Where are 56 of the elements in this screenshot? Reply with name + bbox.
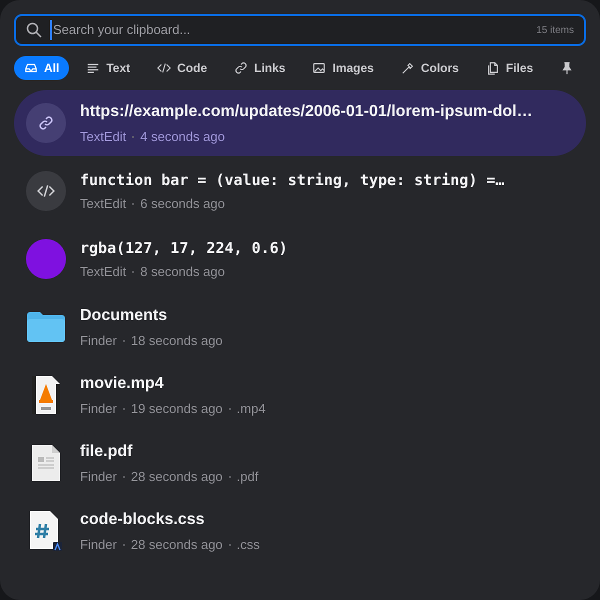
- document-icon: [32, 445, 60, 481]
- clip-title: file.pdf: [80, 442, 134, 462]
- documents-icon: [486, 61, 500, 75]
- tray-icon: [24, 61, 38, 75]
- source-app: Finder: [80, 536, 117, 554]
- file-extension: .css: [236, 536, 260, 554]
- clip-row[interactable]: Documents Finder 18 seconds ago: [14, 294, 586, 360]
- video-file-icon: [32, 376, 60, 414]
- clip-title: Documents: [80, 306, 168, 326]
- folder-icon: [27, 312, 65, 342]
- source-app: Finder: [80, 332, 117, 350]
- code-icon: [157, 61, 172, 75]
- search-icon: [26, 22, 42, 38]
- clip-row[interactable]: code-blocks.css Finder 28 seconds ago .css: [14, 498, 586, 564]
- copied-time: 8 seconds ago: [140, 263, 225, 281]
- selected-clip-row[interactable]: https://example.com/updates/2006-01-01/lorem-ipsum-dol… TextEdit 4 seconds ago: [14, 90, 586, 156]
- filter-tab[interactable]: Files: [476, 56, 544, 80]
- link-icon: [234, 61, 248, 75]
- clip-row[interactable]: function bar = (value: string, type: string) =… TextEdit 6 seconds ago: [14, 158, 586, 224]
- clip-title: https://example.com/updates/2006-01-01/lorem-ipsum-dol…: [80, 102, 533, 122]
- source-app: TextEdit: [80, 195, 126, 213]
- copied-time: 28 seconds ago: [130, 468, 223, 486]
- link-icon: [26, 103, 66, 143]
- copied-time: 28 seconds ago: [130, 536, 223, 554]
- clip-row[interactable]: movie.mp4 Finder 19 seconds ago .mp4: [14, 362, 586, 428]
- clip-title: rgba(127, 17, 224, 0.6): [80, 238, 288, 258]
- file-extension: .pdf: [236, 468, 258, 486]
- filter-tab[interactable]: Links: [224, 56, 296, 80]
- clip-title: function bar = (value: string, type: string) =…: [80, 170, 504, 190]
- css-file-icon: [30, 511, 62, 551]
- copied-time: 4 seconds ago: [140, 128, 225, 146]
- item-count: 15 items: [536, 24, 574, 38]
- filter-tab[interactable]: All: [14, 56, 70, 80]
- clip-title: code-blocks.css: [80, 510, 206, 530]
- picture-icon: [312, 61, 326, 75]
- source-app: TextEdit: [80, 128, 126, 146]
- filter-tab[interactable]: Text: [76, 56, 140, 80]
- lines-icon: [86, 61, 100, 75]
- search-input[interactable]: Search your clipboard...: [50, 20, 528, 40]
- code-icon: [26, 171, 66, 211]
- clip-row[interactable]: rgba(127, 17, 224, 0.6) TextEdit 8 seconds ago: [14, 226, 586, 292]
- source-app: Finder: [80, 468, 117, 486]
- clip-row[interactable]: file.pdf Finder 28 seconds ago .pdf: [14, 430, 586, 496]
- copied-time: 18 seconds ago: [130, 332, 223, 350]
- search-field[interactable]: Search your clipboard... 15 items: [14, 14, 586, 46]
- filter-tab[interactable]: Code: [147, 56, 218, 80]
- clip-title: movie.mp4: [80, 374, 165, 394]
- copied-time: 19 seconds ago: [130, 400, 223, 418]
- pin-icon: [560, 61, 574, 75]
- source-app: Finder: [80, 400, 117, 418]
- filter-tab[interactable]: Images: [302, 56, 384, 80]
- copied-time: 6 seconds ago: [140, 195, 225, 213]
- file-extension: .mp4: [236, 400, 266, 418]
- filter-tab[interactable]: Colors: [390, 56, 469, 80]
- eyedropper-icon: [400, 61, 415, 75]
- source-app: TextEdit: [80, 263, 126, 281]
